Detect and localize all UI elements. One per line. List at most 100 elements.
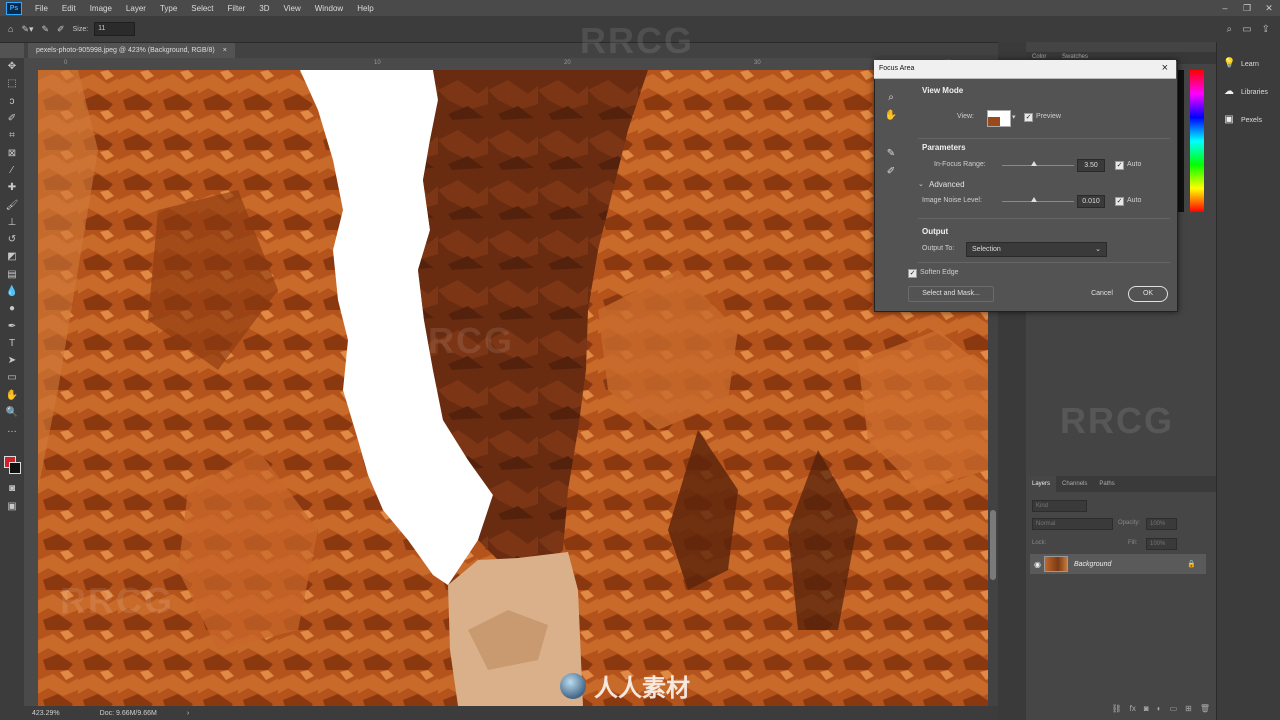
link-layers-icon[interactable]: ⛓ (1112, 704, 1122, 718)
infocus-range-slider[interactable] (1002, 165, 1074, 166)
menu-type[interactable]: Type (153, 4, 184, 13)
eyedropper-tool-icon[interactable]: ⁄ (0, 162, 24, 179)
focus-area-add-tool-icon[interactable]: ✎ (878, 148, 904, 166)
focus-area-subtract-tool-icon[interactable]: ✐ (878, 166, 904, 184)
hand-tool-icon[interactable]: ✋ (0, 387, 24, 404)
advanced-chevron-icon[interactable]: ⌄ (918, 180, 924, 188)
gradient-tool-icon[interactable]: ▤ (0, 266, 24, 283)
noise-auto-checkbox[interactable]: ✓ (1115, 197, 1124, 206)
tab-channels[interactable]: Channels (1056, 481, 1093, 487)
menu-3d[interactable]: 3D (252, 4, 276, 13)
menu-layer[interactable]: Layer (119, 4, 153, 13)
move-tool-icon[interactable]: ✥ (0, 58, 24, 75)
add-to-selection-icon[interactable]: ✎ (42, 24, 50, 35)
zoom-tool-icon[interactable]: ⌕ (878, 92, 904, 110)
menu-select[interactable]: Select (184, 4, 220, 13)
trash-icon[interactable]: 🗑 (1200, 704, 1210, 718)
focus-tool-preset-icon[interactable]: ✎▾ (21, 24, 33, 35)
status-arrow-icon[interactable]: › (187, 710, 189, 717)
logo-orb-icon (560, 672, 586, 699)
menu-edit[interactable]: Edit (55, 4, 83, 13)
image-noise-value[interactable]: 0.010 (1077, 195, 1105, 208)
infocus-range-knob[interactable] (1031, 161, 1038, 166)
tab-layers[interactable]: Layers (1026, 476, 1057, 492)
home-icon[interactable]: ⌂ (8, 24, 13, 34)
adjustment-layer-icon[interactable]: ◐ (1157, 704, 1162, 718)
libraries-item[interactable]: ☁ Libraries (1223, 86, 1268, 98)
subtract-from-selection-icon[interactable]: ✐ (57, 24, 65, 35)
share-icon[interactable]: ⇪ (1262, 24, 1270, 35)
lasso-tool-icon[interactable]: ↄ (0, 93, 24, 110)
new-layer-icon[interactable]: ⊞ (1185, 704, 1192, 718)
layer-filter-kind[interactable]: Kind (1032, 500, 1087, 512)
image-noise-slider[interactable] (1002, 201, 1074, 202)
close-icon[interactable]: ✕ (1258, 3, 1280, 14)
crop-tool-icon[interactable]: ⌗ (0, 127, 24, 144)
new-group-icon[interactable]: ▭ (1170, 704, 1178, 718)
quick-mask-icon[interactable]: ◙ (0, 480, 24, 497)
quick-selection-tool-icon[interactable]: ✐ (0, 110, 24, 127)
photoshop-logo-icon[interactable]: Ps (6, 1, 22, 15)
hand-tool-icon[interactable]: ✋ (878, 110, 904, 128)
layer-name[interactable]: Background (1074, 561, 1111, 568)
menu-filter[interactable]: Filter (221, 4, 253, 13)
workspace-icon[interactable]: ▭ (1242, 24, 1251, 35)
minimize-icon[interactable]: – (1214, 3, 1236, 14)
screen-mode-icon[interactable]: ▣ (0, 498, 24, 515)
blend-mode-select[interactable]: Normal (1032, 518, 1113, 530)
dialog-close-icon[interactable]: × (1162, 62, 1168, 74)
image-noise-knob[interactable] (1031, 197, 1038, 202)
pen-tool-icon[interactable]: ✒ (0, 317, 24, 334)
view-dropdown-icon[interactable]: ▾ (1012, 113, 1016, 121)
blur-tool-icon[interactable]: 💧 (0, 283, 24, 300)
healing-brush-tool-icon[interactable]: ✚ (0, 179, 24, 196)
brush-tool-icon[interactable]: 🖌 (0, 196, 24, 213)
tab-paths[interactable]: Paths (1093, 481, 1120, 487)
ok-button[interactable]: OK (1128, 286, 1168, 302)
clone-stamp-tool-icon[interactable]: ⊥ (0, 214, 24, 231)
size-input[interactable]: 11 (94, 22, 136, 36)
vertical-scrollbar-thumb[interactable] (990, 510, 996, 580)
rectangle-tool-icon[interactable]: ▭ (0, 369, 24, 386)
view-mode-thumbnail[interactable] (987, 110, 1011, 127)
document-tab[interactable]: pexels-photo-905998.jpeg @ 423% (Backgro… (28, 43, 235, 58)
marquee-tool-icon[interactable]: ⬚ (0, 75, 24, 92)
type-tool-icon[interactable]: T (0, 335, 24, 352)
cancel-button[interactable]: Cancel (1080, 286, 1124, 302)
menu-view[interactable]: View (277, 4, 308, 13)
zoom-tool-icon[interactable]: 🔍 (0, 404, 24, 421)
eraser-tool-icon[interactable]: ◩ (0, 248, 24, 265)
dialog-title-bar[interactable]: Focus Area × (874, 60, 1176, 79)
layer-row[interactable]: ◉ Background 🔒 (1030, 554, 1206, 574)
advanced-heading[interactable]: Advanced (929, 180, 965, 189)
search-icon[interactable]: ⌕ (1227, 24, 1233, 35)
menu-file[interactable]: File (28, 4, 55, 13)
preview-checkbox[interactable]: ✓ (1024, 113, 1033, 122)
add-mask-icon[interactable]: ◙ (1144, 704, 1149, 718)
output-to-select[interactable]: Selection ⌄ (966, 242, 1107, 257)
infocus-range-value[interactable]: 3.50 (1077, 159, 1105, 172)
frame-tool-icon[interactable]: ⊠ (0, 144, 24, 161)
visibility-eye-icon[interactable]: ◉ (1034, 560, 1041, 569)
background-color-swatch[interactable] (9, 462, 21, 474)
opacity-field[interactable]: 100% (1146, 518, 1177, 530)
pexels-item[interactable]: ▣ Pexels (1223, 114, 1262, 126)
edit-toolbar-icon[interactable]: … (0, 421, 24, 438)
restore-icon[interactable]: ❐ (1236, 3, 1258, 14)
menu-help[interactable]: Help (350, 4, 380, 13)
menu-window[interactable]: Window (308, 4, 350, 13)
infocus-auto-checkbox[interactable]: ✓ (1115, 161, 1124, 170)
hue-slider[interactable] (1190, 70, 1204, 212)
zoom-level[interactable]: 423.29% (32, 710, 60, 717)
fill-field[interactable]: 100% (1146, 538, 1177, 550)
document-tab-close-icon[interactable]: × (223, 43, 227, 58)
history-brush-tool-icon[interactable]: ↺ (0, 231, 24, 248)
menu-image[interactable]: Image (83, 4, 119, 13)
select-and-mask-button[interactable]: Select and Mask... (908, 286, 994, 302)
dodge-tool-icon[interactable]: ● (0, 300, 24, 317)
layer-style-icon[interactable]: fx (1130, 704, 1136, 718)
document-canvas[interactable] (38, 70, 988, 706)
learn-item[interactable]: 💡 Learn (1223, 58, 1259, 70)
path-selection-tool-icon[interactable]: ➤ (0, 352, 24, 369)
soften-edge-checkbox[interactable]: ✓ (908, 269, 917, 278)
